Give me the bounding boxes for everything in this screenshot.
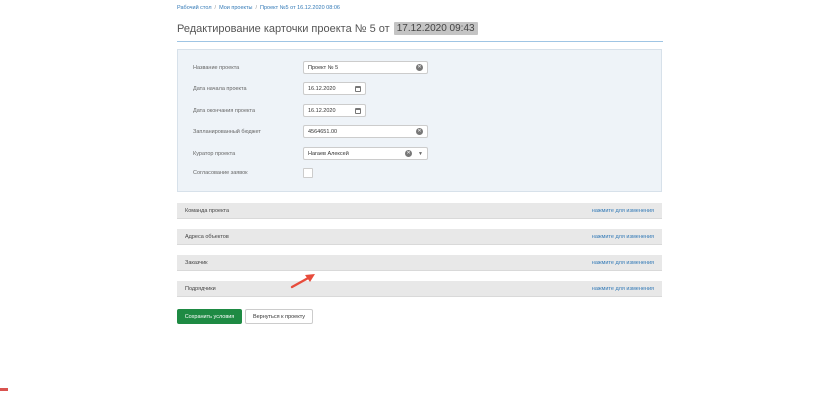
clear-icon[interactable]: ✕ xyxy=(405,150,413,157)
start-date-input[interactable]: 16.12.2020 xyxy=(303,82,366,95)
calendar-icon[interactable] xyxy=(355,85,361,92)
breadcrumb-separator: / xyxy=(255,5,257,11)
edit-link[interactable]: нажмите для изменения xyxy=(592,208,654,214)
page-title: Редактирование карточки проекта № 5 от xyxy=(177,23,390,35)
curator-label: Куратор проекта xyxy=(193,150,236,157)
date-badge: 17.12.2020 09:43 xyxy=(393,22,478,35)
save-conditions-button[interactable]: Сохранить условия xyxy=(177,309,242,324)
breadcrumb-separator: / xyxy=(214,5,217,11)
curator-value: Нагаев Алексей xyxy=(308,150,349,157)
section-title: Подрядчики xyxy=(185,285,216,292)
start-date-label: Дата начала проекта xyxy=(193,85,247,92)
end-date-label: Дата окончания проекта xyxy=(193,107,256,114)
section-object-addresses[interactable]: Адреса объектов нажмите для изменения xyxy=(177,229,662,245)
budget-value: 4564651.00 xyxy=(308,128,338,135)
breadcrumb-desktop-link[interactable]: Рабочий стол xyxy=(177,5,212,11)
pointer-arrow-icon xyxy=(290,274,315,289)
end-date-value: 16.12.2020 xyxy=(308,107,336,114)
project-name-value: Проект № 5 xyxy=(308,64,339,71)
breadcrumb: Рабочий стол / Мои проекты / Проект №5 от 16… xyxy=(177,5,340,11)
chevron-down-icon[interactable]: ▼ xyxy=(418,151,423,157)
breadcrumb-project-link[interactable]: Проект №5 от 16.12.2020 08:06 xyxy=(260,5,340,11)
section-project-team[interactable]: Команда проекта нажмите для изменения xyxy=(177,203,662,219)
calendar-icon[interactable] xyxy=(355,107,361,114)
clear-icon[interactable]: ✕ xyxy=(416,64,423,71)
approval-checkbox[interactable] xyxy=(303,167,313,178)
edit-link[interactable]: нажмите для изменения xyxy=(592,260,654,266)
budget-label: Запланированный бюджет xyxy=(193,128,261,135)
clear-icon[interactable]: ✕ xyxy=(416,128,423,135)
start-date-value: 16.12.2020 xyxy=(308,85,336,92)
approval-label: Согласование заявок xyxy=(193,169,248,176)
edit-link[interactable]: нажмите для изменения xyxy=(592,234,654,240)
project-form: Название проекта Проект № 5 ✕ Дата начал… xyxy=(177,49,662,192)
corner-marker xyxy=(0,388,8,391)
section-title: Заказчик xyxy=(185,259,208,266)
end-date-input[interactable]: 16.12.2020 xyxy=(303,104,366,117)
project-name-input[interactable]: Проект № 5 ✕ xyxy=(303,61,428,74)
curator-select[interactable]: Нагаев Алексей ✕ ▼ xyxy=(303,147,428,160)
edit-link[interactable]: нажмите для изменения xyxy=(592,286,654,292)
section-customer[interactable]: Заказчик нажмите для изменения xyxy=(177,255,662,271)
back-to-project-button[interactable]: Вернуться к проекту xyxy=(245,309,313,324)
section-contractors[interactable]: Подрядчики нажмите для изменения xyxy=(177,281,662,297)
section-title: Команда проекта xyxy=(185,207,230,214)
page-header: Редактирование карточки проекта № 5 от 1… xyxy=(177,22,663,42)
section-title: Адреса объектов xyxy=(185,233,229,240)
budget-input[interactable]: 4564651.00 ✕ xyxy=(303,125,428,138)
breadcrumb-my-projects-link[interactable]: Мои проекты xyxy=(219,5,252,11)
project-name-label: Название проекта xyxy=(193,64,240,71)
